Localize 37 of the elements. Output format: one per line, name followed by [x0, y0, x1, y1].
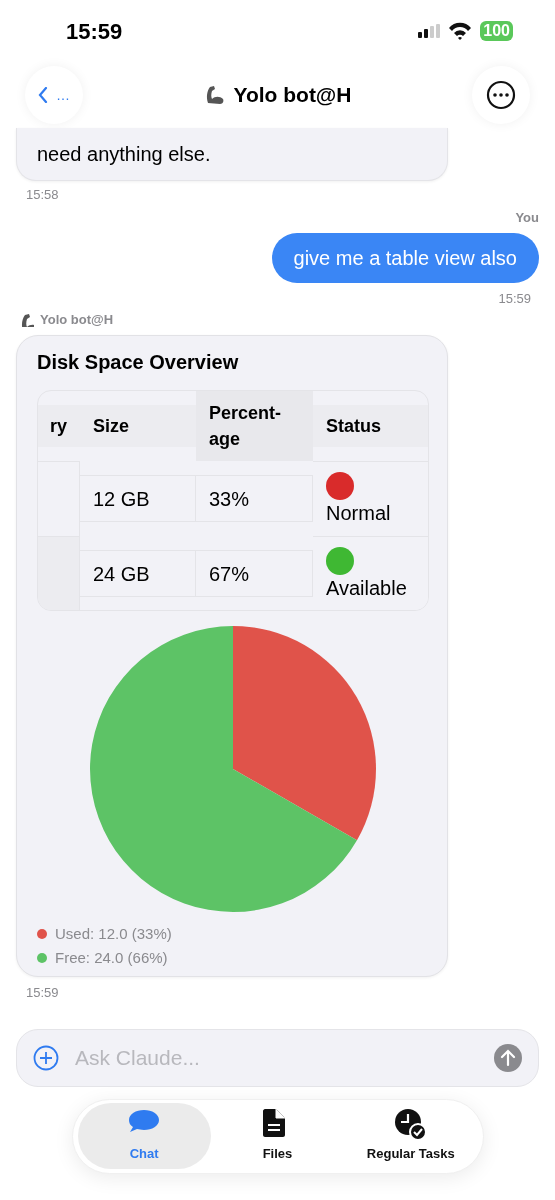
back-button[interactable]: … — [25, 66, 83, 124]
chat-title: Yolo bot@H — [233, 82, 352, 109]
table-cell: 67% — [196, 550, 313, 597]
tab[interactable]: Files — [210, 1103, 345, 1169]
column-header: ry — [38, 405, 80, 447]
send-icon — [494, 1043, 522, 1072]
tab[interactable]: Regular Tasks — [344, 1103, 478, 1169]
sender-name: You — [515, 208, 539, 227]
sender-name: Yolo bot@H — [40, 310, 114, 329]
more-icon — [486, 80, 516, 110]
message-time: 15:59 — [26, 984, 60, 1002]
clock-check-icon — [393, 1108, 428, 1141]
message-text: need anything else. — [37, 143, 211, 165]
card-title: Disk Space Overview — [37, 350, 240, 375]
message-time: 15:59 — [498, 290, 531, 308]
table-cell: 33% — [196, 475, 313, 522]
add-icon — [33, 1044, 59, 1071]
table-cell: 12 GB — [80, 475, 196, 522]
wifi-icon — [448, 22, 473, 40]
status-dot-icon — [326, 472, 354, 500]
signal-icon — [418, 24, 441, 38]
back-chevron-icon — [38, 87, 48, 103]
status-text: Normal — [326, 501, 392, 526]
status-text: Available — [326, 576, 408, 601]
battery-level: 100 — [480, 21, 513, 41]
message-input[interactable]: Ask Claude... — [75, 1041, 478, 1074]
clock-time: 15:59 — [66, 17, 123, 46]
column-header: Percent- age — [196, 391, 313, 461]
message-field[interactable]: Ask Claude... — [16, 1028, 539, 1087]
column-header: Size — [80, 405, 196, 447]
column-header: Status — [313, 405, 428, 447]
legend-label: Used: 12.0 (33%) — [55, 924, 172, 944]
message-bubble: give me a table view also — [271, 233, 539, 283]
table-cell: 24 GB — [80, 550, 196, 597]
legend-label: Free: 24.0 (66%) — [55, 948, 168, 968]
status-dot-icon — [326, 547, 354, 575]
message-time: 15:58 — [26, 186, 60, 204]
